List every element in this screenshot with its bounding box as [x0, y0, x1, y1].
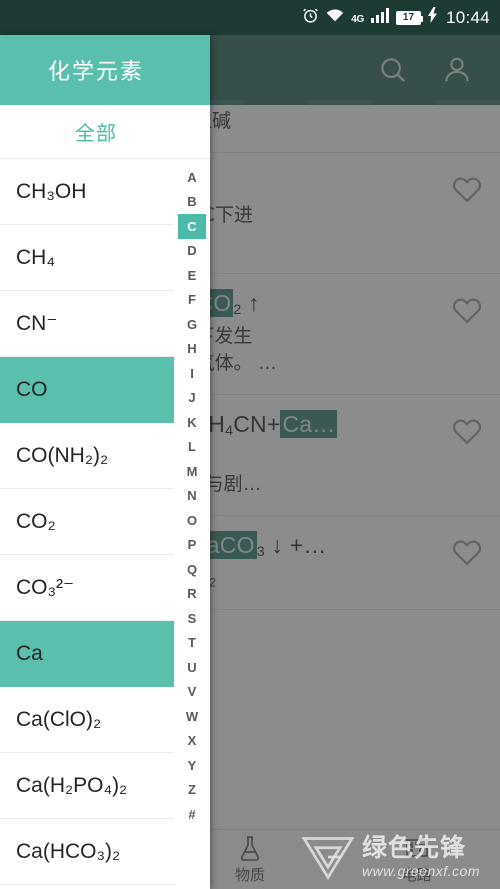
- formula-list-item[interactable]: CN⁻: [0, 291, 174, 357]
- alphabet-index-letter[interactable]: J: [178, 386, 206, 411]
- alphabet-index-letter[interactable]: W: [178, 704, 206, 729]
- formula-label: CH₄: [16, 245, 55, 269]
- formula-list-item[interactable]: Ca(H₂PO₄)₂: [0, 753, 174, 819]
- formula-list-item[interactable]: Ca(ClO)₂: [0, 687, 174, 753]
- alphabet-index-letter[interactable]: M: [178, 459, 206, 484]
- formula-label: CO₃²⁻: [16, 576, 75, 599]
- alphabet-index-letter[interactable]: G: [178, 312, 206, 337]
- charging-bolt-icon: [427, 7, 437, 28]
- alphabet-index-letter[interactable]: C: [178, 214, 206, 239]
- formula-list-item[interactable]: Ca: [0, 621, 174, 687]
- drawer-filter-all[interactable]: 全部: [0, 105, 210, 159]
- alarm-icon: [302, 7, 319, 29]
- formula-list-item[interactable]: CO(NH₂)₂: [0, 423, 174, 489]
- formula-label: Ca(HCO₃)₂: [16, 839, 121, 863]
- status-time: 10:44: [445, 7, 490, 27]
- alphabet-index-letter[interactable]: R: [178, 582, 206, 607]
- alphabet-index-letter[interactable]: H: [178, 337, 206, 362]
- alphabet-index-letter[interactable]: S: [178, 606, 206, 631]
- formula-label: Ca: [16, 641, 43, 665]
- alphabet-index-letter[interactable]: V: [178, 680, 206, 705]
- alphabet-index-letter[interactable]: L: [178, 435, 206, 460]
- alphabet-index-letter[interactable]: A: [178, 165, 206, 190]
- alphabet-index-letter[interactable]: F: [178, 288, 206, 313]
- alphabet-index-letter[interactable]: Q: [178, 557, 206, 582]
- drawer-header: 化学元素: [0, 35, 210, 105]
- alphabet-index-letter[interactable]: #: [178, 802, 206, 827]
- drawer-filter-label: 全部: [75, 123, 117, 145]
- formula-list-item[interactable]: CH₄: [0, 225, 174, 291]
- alphabet-index-letter[interactable]: N: [178, 484, 206, 509]
- alphabet-index-letter[interactable]: D: [178, 239, 206, 264]
- status-bar: 4G 17 10:44: [0, 0, 500, 35]
- alphabet-index-letter[interactable]: I: [178, 361, 206, 386]
- formula-label: Ca(H₂PO₄)₂: [16, 773, 128, 797]
- alphabet-index-letter[interactable]: P: [178, 533, 206, 558]
- formula-list-item[interactable]: Ca(NO₃)₂: [0, 885, 174, 889]
- formula-label: CN⁻: [16, 312, 58, 335]
- formula-list-item[interactable]: CO: [0, 357, 174, 423]
- alphabet-index-letter[interactable]: K: [178, 410, 206, 435]
- formula-label: CO: [16, 377, 48, 401]
- battery-icon: 17: [395, 10, 423, 25]
- phone-screen: 4G 17 10:44 化学元素 全部 CH₃OH CH₄ CN⁻ CO CO(…: [0, 0, 500, 889]
- alphabet-index[interactable]: A B C D E F G H I J K L M N O P Q R S T U V W X Y Z #: [174, 159, 210, 889]
- signal-icon: [370, 7, 389, 28]
- alphabet-index-letter[interactable]: Z: [178, 778, 206, 803]
- formula-list-item[interactable]: CO₃²⁻: [0, 555, 174, 621]
- status-icons: 4G 17 10:44: [302, 7, 490, 29]
- drawer-body: CH₃OH CH₄ CN⁻ CO CO(NH₂)₂ CO₂ CO₃²⁻ Ca Ca(ClO)₂ C…: [0, 159, 210, 889]
- formula-list-item[interactable]: Ca(HCO₃)₂: [0, 819, 174, 885]
- wifi-icon: [326, 8, 344, 27]
- formula-label: CO₂: [16, 509, 56, 533]
- alphabet-index-letter[interactable]: B: [178, 190, 206, 215]
- network-4g-icon: 4G: [351, 13, 364, 25]
- alphabet-index-letter[interactable]: O: [178, 508, 206, 533]
- formula-label: Ca(ClO)₂: [16, 707, 102, 731]
- navigation-drawer[interactable]: 化学元素 全部 CH₃OH CH₄ CN⁻ CO CO(NH₂)₂ CO₂ CO₃²⁻ Ca C…: [0, 35, 210, 889]
- drawer-title: 化学元素: [47, 59, 144, 84]
- alphabet-index-letter[interactable]: U: [178, 655, 206, 680]
- formula-list-item[interactable]: CO₂: [0, 489, 174, 555]
- alphabet-index-letter[interactable]: E: [178, 263, 206, 288]
- formula-list[interactable]: CH₃OH CH₄ CN⁻ CO CO(NH₂)₂ CO₂ CO₃²⁻ Ca Ca(ClO)₂ C…: [0, 159, 174, 889]
- formula-label: CH₃OH: [16, 179, 87, 203]
- alphabet-index-letter[interactable]: T: [178, 631, 206, 656]
- formula-list-item[interactable]: CH₃OH: [0, 159, 174, 225]
- battery-level: 17: [402, 11, 415, 23]
- alphabet-index-letter[interactable]: X: [178, 729, 206, 754]
- formula-label: CO(NH₂)₂: [16, 443, 109, 467]
- alphabet-index-letter[interactable]: Y: [178, 753, 206, 778]
